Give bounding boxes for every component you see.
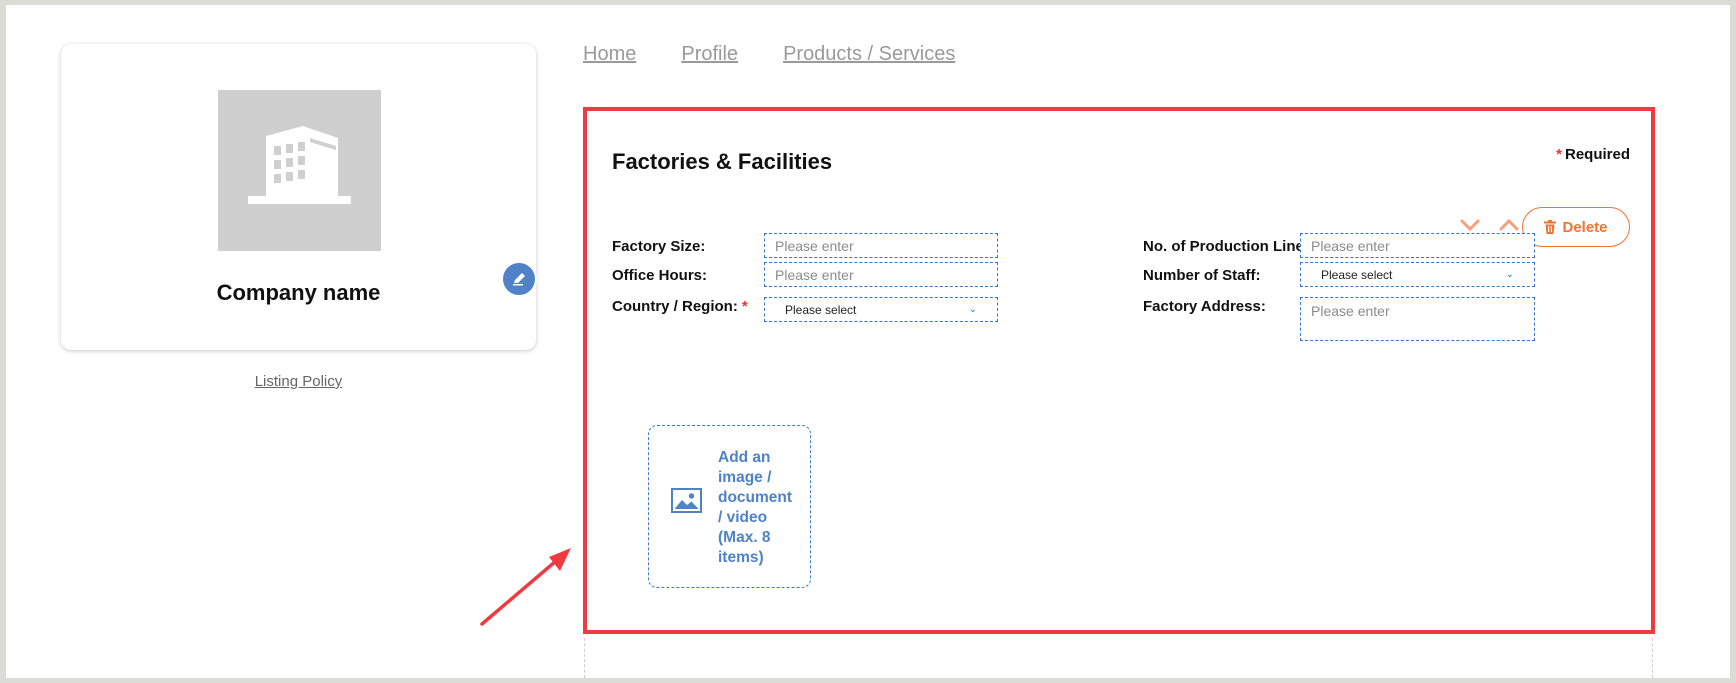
number-of-staff-value: Please select <box>1321 267 1393 282</box>
country-region-required-star: * <box>741 298 748 315</box>
factory-address-textarea[interactable]: Please enter <box>1300 297 1535 341</box>
country-region-select[interactable]: Please select ⌄ <box>764 297 998 322</box>
company-name: Company name <box>216 280 381 305</box>
country-region-value: Please select <box>785 302 857 317</box>
chevron-down-icon: ⌄ <box>968 304 977 315</box>
section-divider-right <box>1652 638 1653 678</box>
section-divider-left <box>584 638 585 678</box>
top-nav: Home Profile Products / Services <box>583 43 955 66</box>
nav-products-services[interactable]: Products / Services <box>783 43 955 66</box>
listing-policy-link[interactable]: Listing Policy <box>61 373 536 390</box>
company-profile-card: Company name <box>61 44 537 350</box>
upload-label: Add an image / document / video (Max. 8 … <box>718 449 793 566</box>
country-region-label-text: Country / Region: <box>612 298 738 315</box>
factory-size-label: Factory Size: <box>612 238 706 255</box>
country-region-label: Country / Region: * <box>612 298 748 315</box>
image-icon <box>671 488 702 513</box>
section-title: Factories & Facilities <box>612 149 833 174</box>
delete-label: Delete <box>1562 218 1608 236</box>
production-line-input[interactable]: Please enter <box>1300 233 1535 258</box>
chevron-down-icon: ⌄ <box>1505 269 1514 280</box>
required-label: Required <box>1564 146 1630 163</box>
building-icon <box>248 126 351 204</box>
office-hours-label: Office Hours: <box>612 267 708 284</box>
company-logo[interactable] <box>218 90 537 297</box>
office-hours-input[interactable]: Please enter <box>764 262 998 287</box>
factories-facilities-section: Factories & Facilities * Required Delete … <box>583 107 1655 634</box>
page: Company name Listing Policy Home Profile… <box>6 5 1730 678</box>
number-of-staff-label: Number of Staff: <box>1143 267 1261 284</box>
required-note: * Required <box>1556 146 1630 163</box>
factory-size-input[interactable]: Please enter <box>764 233 998 258</box>
number-of-staff-select[interactable]: Please select ⌄ <box>1300 262 1535 287</box>
trash-icon <box>1544 220 1557 234</box>
delete-button[interactable]: Delete <box>1522 207 1630 247</box>
annotation-arrow <box>480 548 571 626</box>
production-line-label: No. of Production Line: <box>1143 238 1309 255</box>
nav-home[interactable]: Home <box>583 43 636 66</box>
media-upload-button[interactable]: Add an image / document / video (Max. 8 … <box>648 425 811 588</box>
factory-address-label: Factory Address: <box>1143 298 1266 315</box>
nav-profile[interactable]: Profile <box>681 43 738 66</box>
required-star: * <box>1556 146 1562 163</box>
